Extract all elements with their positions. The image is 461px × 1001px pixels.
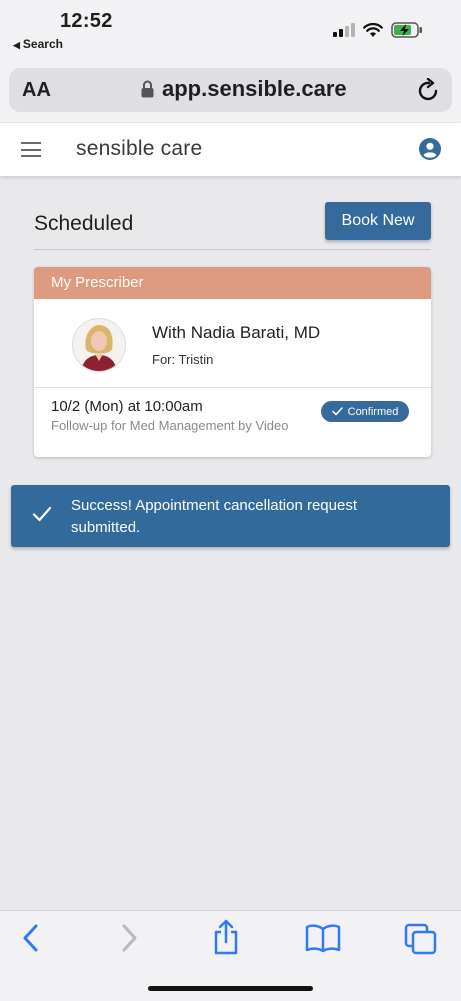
status-badge-label: Confirmed	[347, 405, 399, 418]
menu-icon[interactable]	[21, 142, 41, 157]
toast-message: Success! Appointment cancellation reques…	[71, 497, 358, 536]
cellular-signal-icon	[333, 23, 355, 37]
provider-avatar	[72, 318, 126, 372]
bookmarks-icon[interactable]	[305, 923, 341, 953]
status-icons	[333, 20, 423, 40]
forward-icon[interactable]	[118, 923, 140, 953]
appointment-description: Follow-up for Med Management by Video	[51, 418, 289, 433]
section-divider	[34, 249, 431, 250]
appointment-card[interactable]: My Prescriber With Nadia Barati, MD For:…	[34, 267, 431, 457]
provider-photo-icon	[73, 319, 125, 371]
check-icon	[331, 407, 343, 416]
back-to-search-label: Search	[22, 37, 63, 51]
app-header: sensible care	[0, 123, 461, 176]
provider-name: With Nadia Barati, MD	[152, 323, 321, 342]
home-indicator	[148, 986, 313, 991]
wifi-icon	[363, 22, 383, 37]
share-icon[interactable]	[212, 919, 240, 955]
patient-name: For: Tristin	[152, 352, 214, 367]
tabs-icon[interactable]	[404, 923, 438, 955]
success-toast[interactable]: Success! Appointment cancellation reques…	[11, 485, 450, 547]
account-icon[interactable]	[419, 138, 441, 160]
url-display[interactable]: app.sensible.care	[141, 76, 347, 102]
page-title: Scheduled	[34, 212, 134, 235]
book-new-button[interactable]: Book New	[325, 202, 431, 240]
status-time: 12:52	[60, 10, 113, 32]
brand-logo[interactable]: sensible care	[76, 137, 202, 161]
text-size-button[interactable]: AA	[22, 79, 51, 102]
url-text: app.sensible.care	[162, 76, 347, 101]
back-to-search-link[interactable]: ◀ Search	[13, 37, 63, 51]
appointment-datetime: 10/2 (Mon) at 10:00am	[51, 398, 203, 415]
browser-top-bar: AA app.sensible.care	[0, 56, 461, 122]
reload-icon[interactable]	[418, 78, 440, 102]
address-bar[interactable]: AA app.sensible.care	[9, 68, 452, 112]
lock-icon	[141, 80, 154, 98]
status-badge: Confirmed	[321, 401, 409, 422]
text-size-label: AA	[22, 79, 51, 101]
back-icon[interactable]	[20, 923, 42, 953]
checkmark-icon	[32, 506, 52, 522]
back-triangle-icon: ◀	[13, 40, 20, 50]
card-divider	[34, 387, 431, 388]
battery-charging-icon	[391, 22, 422, 38]
card-header: My Prescriber	[34, 267, 431, 299]
status-bar: 12:52 ◀ Search	[0, 0, 461, 56]
